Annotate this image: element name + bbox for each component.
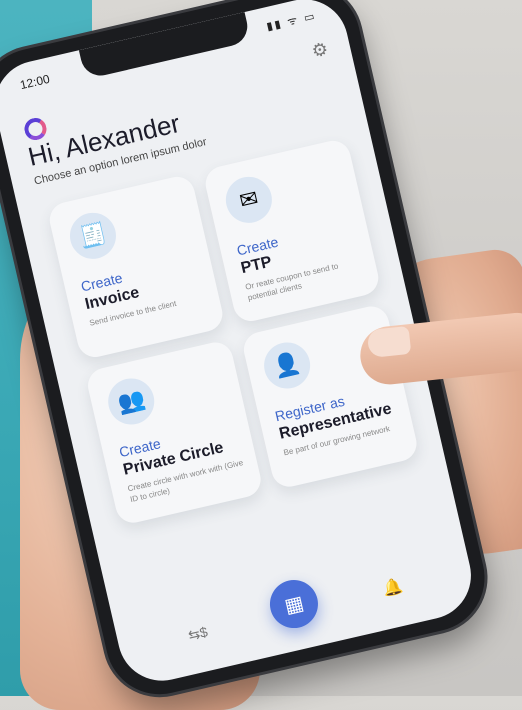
- create-ptp-card[interactable]: ✉ Create PTP Or reate coupon to send to …: [202, 137, 382, 325]
- grid-icon[interactable]: ▦: [265, 575, 323, 633]
- create-invoice-card[interactable]: 🧾 Create Invoice Send invoice to the cli…: [46, 173, 226, 361]
- money-transfer-icon[interactable]: ⇆$: [187, 623, 210, 644]
- card-verb: Create: [235, 233, 280, 259]
- gear-icon[interactable]: ⚙: [310, 38, 330, 62]
- bottom-nav: ⇆$ ▦ 🔔: [109, 523, 480, 690]
- status-time: 12:00: [18, 71, 52, 93]
- receipt-icon: 🧾: [65, 208, 121, 264]
- status-icons: ▮▮ ᯤ ▭: [265, 10, 318, 34]
- envelope-money-icon: ✉: [221, 172, 277, 228]
- notch: [78, 12, 252, 80]
- user-circle-icon: 👤: [259, 337, 315, 394]
- create-private-circle-card[interactable]: 👥 Create Private Circle Create circle wi…: [84, 338, 265, 527]
- bell-icon[interactable]: 🔔: [381, 575, 405, 599]
- thumbnail-nail: [366, 325, 412, 359]
- people-network-icon: 👥: [103, 373, 159, 430]
